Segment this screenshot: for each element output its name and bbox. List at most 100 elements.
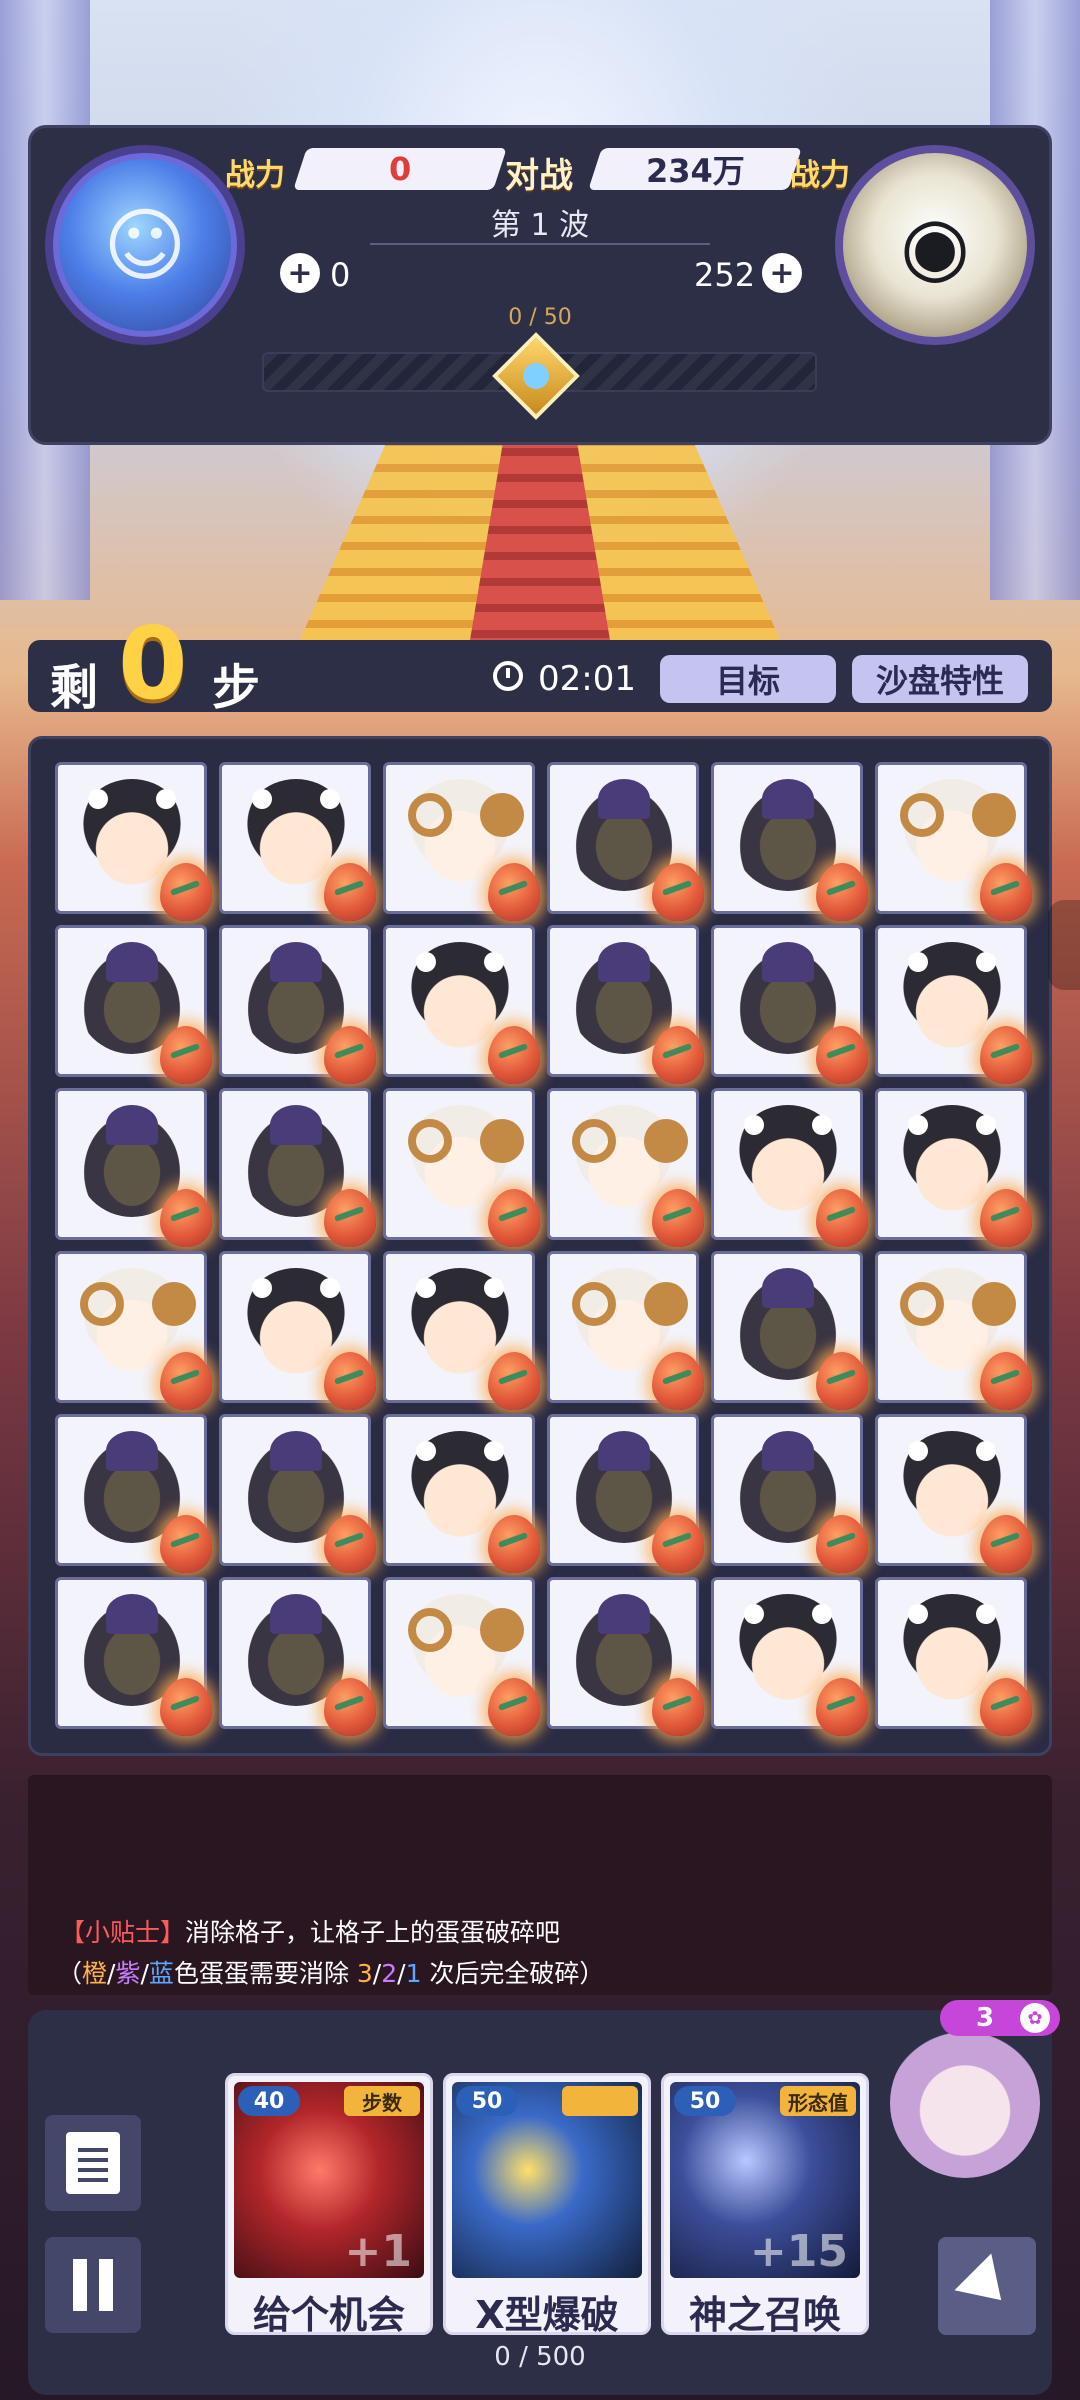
log-button[interactable] <box>45 2115 141 2211</box>
board-cell[interactable] <box>711 925 868 1084</box>
egg-icon <box>160 1352 212 1410</box>
board-cell[interactable] <box>219 1251 376 1410</box>
skill-card-summon[interactable]: 50 形态值 +15 神之召唤 <box>661 2073 869 2335</box>
skill-card-x-blast[interactable]: 50 X型爆破 <box>443 2073 651 2335</box>
skill-cost: 50 <box>456 2086 518 2116</box>
board-cell[interactable] <box>55 1088 212 1247</box>
egg-icon <box>324 1026 376 1084</box>
opponent-power-value: 234万 <box>645 152 745 190</box>
egg-icon <box>816 1352 868 1410</box>
board-cell[interactable] <box>383 1577 540 1736</box>
skill-tag <box>562 2086 638 2116</box>
board-cell[interactable] <box>711 1251 868 1410</box>
skill-cost: 40 <box>238 2086 300 2116</box>
skill-card-chance[interactable]: 40 步数 +1 给个机会 <box>225 2073 433 2335</box>
egg-icon <box>816 863 868 921</box>
egg-icon <box>324 863 376 921</box>
egg-icon <box>652 1189 704 1247</box>
egg-icon <box>160 863 212 921</box>
wave-progress-text: 0 / 50 <box>508 305 572 330</box>
egg-icon <box>816 1026 868 1084</box>
board-cell[interactable] <box>547 925 704 1084</box>
board-cell[interactable] <box>219 1088 376 1247</box>
tip-slash: / <box>397 1959 406 1988</box>
board-cell[interactable] <box>875 762 1032 921</box>
egg-icon <box>324 1352 376 1410</box>
tip-tag: 【小贴士】 <box>60 1918 186 1947</box>
egg-icon <box>324 1189 376 1247</box>
timer-icon <box>493 661 523 691</box>
board-cell[interactable] <box>547 1577 704 1736</box>
board-cell[interactable] <box>547 762 704 921</box>
egg-icon <box>652 1352 704 1410</box>
arrow-down-right-icon <box>954 2253 1020 2319</box>
sandbox-trait-button[interactable]: 沙盘特性 <box>852 655 1028 703</box>
board-cell[interactable] <box>383 925 540 1084</box>
board-grid <box>55 762 1032 1736</box>
egg-icon <box>324 1678 376 1736</box>
egg-icon <box>652 1515 704 1573</box>
board-cell[interactable] <box>219 762 376 921</box>
tip-text: 消除格子，让格子上的蛋蛋破碎吧 <box>185 1918 561 1947</box>
board-cell[interactable] <box>219 925 376 1084</box>
skill-tag: 步数 <box>344 2086 420 2116</box>
tip-purple: 紫 <box>115 1959 141 1988</box>
tip-n3: 3 <box>356 1959 373 1988</box>
egg-icon <box>980 1352 1032 1410</box>
egg-icon <box>980 1515 1032 1573</box>
energy-text: 0 / 500 <box>494 2342 586 2372</box>
board-cell[interactable] <box>55 925 212 1084</box>
egg-icon <box>652 1678 704 1736</box>
board-cell[interactable] <box>711 1088 868 1247</box>
egg-icon <box>324 1515 376 1573</box>
board-cell[interactable] <box>547 1088 704 1247</box>
paw-icon: ✿ <box>1020 2003 1050 2033</box>
player-power-box: 0 <box>293 148 507 190</box>
document-icon <box>66 2132 120 2194</box>
board-cell[interactable] <box>711 1577 868 1736</box>
board-cell[interactable] <box>219 1577 376 1736</box>
tip-blue: 蓝 <box>148 1959 174 1988</box>
skill-cost: 50 <box>674 2086 736 2116</box>
board-cell[interactable] <box>383 1414 540 1573</box>
board-cell[interactable] <box>547 1251 704 1410</box>
pet-avatar[interactable] <box>890 2028 1040 2178</box>
tip-slash: / <box>140 1959 149 1988</box>
egg-icon <box>488 1515 540 1573</box>
side-drawer-handle[interactable] <box>1048 900 1080 990</box>
board-cell[interactable] <box>547 1414 704 1573</box>
player-power-value: 0 <box>388 150 412 188</box>
tip-mid: 色蛋蛋需要消除 <box>173 1959 357 1988</box>
board-cell[interactable] <box>55 1251 212 1410</box>
tip-line-1: 【小贴士】消除格子，让格子上的蛋蛋破碎吧 <box>60 1913 560 1949</box>
board-cell[interactable] <box>875 925 1032 1084</box>
board-cell[interactable] <box>383 1088 540 1247</box>
board-cell[interactable] <box>875 1088 1032 1247</box>
egg-icon <box>488 1026 540 1084</box>
collapse-button[interactable] <box>938 2237 1036 2335</box>
tip-n2: 2 <box>381 1959 398 1988</box>
pause-button[interactable] <box>45 2237 141 2333</box>
board-cell[interactable] <box>875 1251 1032 1410</box>
board-cell[interactable] <box>875 1414 1032 1573</box>
egg-icon <box>980 863 1032 921</box>
egg-icon <box>652 1026 704 1084</box>
tip-paren-open: （ <box>57 1959 83 1988</box>
timer-text: 02:01 <box>538 659 636 699</box>
board-cell[interactable] <box>711 1414 868 1573</box>
egg-icon <box>488 1352 540 1410</box>
board-cell[interactable] <box>383 762 540 921</box>
tip-slash: / <box>372 1959 382 1988</box>
board-cell[interactable] <box>383 1251 540 1410</box>
board-cell[interactable] <box>711 762 868 921</box>
board-cell[interactable] <box>875 1577 1032 1736</box>
board-cell[interactable] <box>55 762 212 921</box>
player-power-label: 战力 <box>225 158 285 193</box>
skill-bonus: +1 <box>344 2226 412 2277</box>
goal-button[interactable]: 目标 <box>660 655 836 703</box>
tip-orange: 橙 <box>82 1959 108 1988</box>
wave-divider <box>370 243 710 245</box>
board-cell[interactable] <box>219 1414 376 1573</box>
board-cell[interactable] <box>55 1414 212 1573</box>
board-cell[interactable] <box>55 1577 212 1736</box>
